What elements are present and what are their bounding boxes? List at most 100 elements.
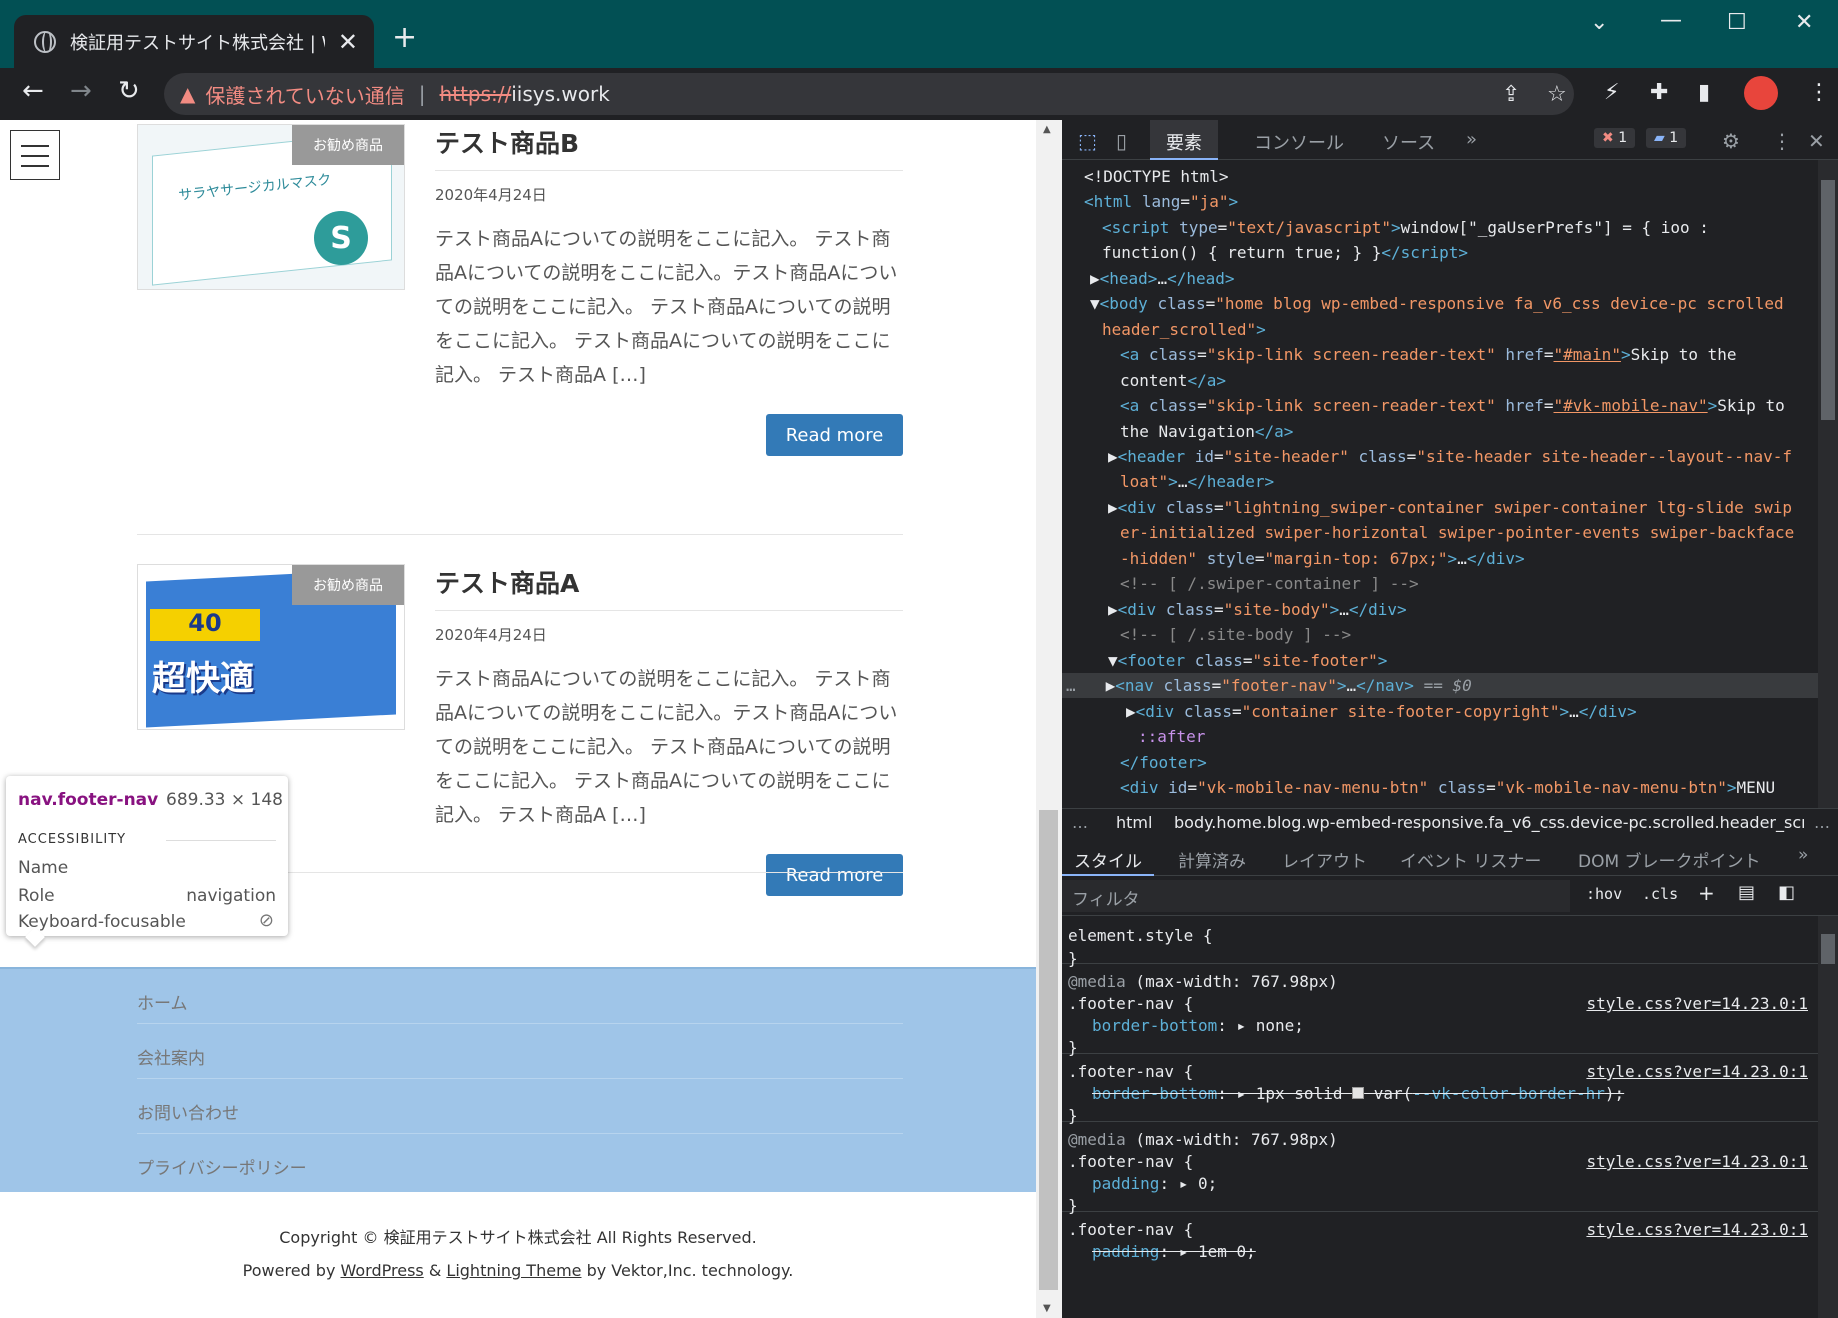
error-badge[interactable]: ✖ 1: [1594, 128, 1636, 148]
rule-footer-nav[interactable]: .footer-nav { style.css?ver=14.23.0:1 bo…: [1062, 1054, 1818, 1125]
tab-event-listeners[interactable]: イベント リスナー: [1400, 847, 1541, 872]
stylesheet-link[interactable]: style.css?ver=14.23.0:1: [1586, 992, 1808, 1016]
rule-footer-nav-padding[interactable]: .footer-nav { style.css?ver=14.23.0:1 pa…: [1062, 1212, 1818, 1272]
footer-nav-item[interactable]: ホーム: [137, 969, 903, 1024]
dom-line[interactable]: -hidden" style="margin-top: 67px;">…</di…: [1120, 546, 1525, 571]
sidebar-toggle-icon[interactable]: ◧: [1778, 882, 1795, 903]
rule-media-footer-nav[interactable]: @media (max-width: 767.98px) .footer-nav…: [1062, 964, 1818, 1057]
dom-line[interactable]: ▶<div class="container site-footer-copyr…: [1126, 699, 1637, 724]
scroll-down-icon[interactable]: ▼: [1043, 1303, 1051, 1314]
dom-line[interactable]: loat">…</header>: [1120, 469, 1274, 494]
post-title[interactable]: テスト商品A: [435, 564, 579, 600]
security-label[interactable]: 保護されていない通信: [205, 80, 404, 109]
dom-line[interactable]: <div id="vk-mobile-nav-menu-btn" class="…: [1120, 775, 1775, 800]
tab-styles[interactable]: スタイル: [1062, 840, 1154, 876]
dom-line[interactable]: ▶<head>…</head>: [1090, 266, 1235, 291]
breadcrumb-overflow-icon[interactable]: …: [1814, 813, 1830, 832]
footer-nav-item[interactable]: 会社案内: [137, 1024, 903, 1079]
tab-computed[interactable]: 計算済み: [1178, 847, 1246, 872]
share-icon[interactable]: ⇪: [1502, 82, 1520, 107]
side-panel-icon[interactable]: ▮: [1698, 80, 1710, 105]
devtools-menu-icon[interactable]: ⋮: [1772, 129, 1792, 153]
dom-line[interactable]: <a class="skip-link screen-reader-text" …: [1120, 342, 1737, 367]
browser-tab[interactable]: 検証用テストサイト株式会社 | WordPress ✕: [14, 15, 374, 68]
forward-icon[interactable]: →: [70, 76, 92, 106]
extension-icon[interactable]: ⚡: [1604, 80, 1619, 105]
stylesheet-link[interactable]: style.css?ver=14.23.0:1: [1586, 1218, 1808, 1242]
tab-layout[interactable]: レイアウト: [1282, 847, 1367, 872]
browser-menu-icon[interactable]: ⋮: [1808, 80, 1830, 105]
dom-line[interactable]: ▶<div class="lightning_swiper-container …: [1108, 495, 1792, 520]
tab-console[interactable]: コンソール: [1254, 129, 1344, 155]
styles-scrollbar[interactable]: [1818, 916, 1838, 1318]
stylesheet-link[interactable]: style.css?ver=14.23.0:1: [1586, 1150, 1808, 1174]
back-icon[interactable]: ←: [22, 76, 44, 106]
tab-dom-breakpoints[interactable]: DOM ブレークポイント: [1578, 847, 1761, 872]
new-rule-icon[interactable]: +: [1698, 881, 1715, 905]
hov-toggle[interactable]: :hov: [1586, 885, 1622, 903]
stylesheet-link[interactable]: style.css?ver=14.23.0:1: [1586, 1060, 1808, 1084]
dom-line[interactable]: ▼<footer class="site-footer">: [1108, 648, 1387, 673]
breadcrumb-html[interactable]: html: [1116, 813, 1152, 832]
dom-line[interactable]: <!-- [ /.site-body ] -->: [1120, 622, 1351, 647]
lightning-theme-link[interactable]: Lightning Theme: [446, 1261, 581, 1280]
message-badge[interactable]: ▰ 1: [1646, 128, 1687, 148]
dom-line[interactable]: <!DOCTYPE html>: [1084, 164, 1229, 189]
page-scrollbar[interactable]: ▲ ▼: [1036, 120, 1062, 1318]
tab-search-icon[interactable]: ⌄: [1590, 10, 1608, 35]
styles-filter-input[interactable]: フィルタ: [1062, 880, 1570, 912]
dom-line[interactable]: <a class="skip-link screen-reader-text" …: [1120, 393, 1785, 418]
paint-icon[interactable]: ▤: [1738, 882, 1755, 903]
dom-line[interactable]: header_scrolled">: [1102, 317, 1266, 342]
dom-scrollbar[interactable]: [1818, 160, 1838, 808]
inspect-element-icon[interactable]: ⬚: [1078, 129, 1097, 153]
dom-line[interactable]: er-initialized swiper-horizontal swiper-…: [1120, 520, 1794, 545]
footer-nav-item[interactable]: お問い合わせ: [137, 1079, 903, 1134]
rule-media-footer-nav-padding[interactable]: @media (max-width: 767.98px) .footer-nav…: [1062, 1122, 1818, 1215]
device-toggle-icon[interactable]: ▯: [1116, 129, 1127, 153]
dom-line[interactable]: </footer>: [1120, 750, 1207, 775]
dom-scrollbar-thumb[interactable]: [1821, 180, 1835, 420]
dom-line[interactable]: <html lang="ja">: [1084, 189, 1238, 214]
breadcrumb-more-icon[interactable]: …: [1072, 813, 1088, 832]
dom-line[interactable]: function() { return true; } }</script>: [1102, 240, 1468, 265]
dom-line[interactable]: the Navigation</a>: [1120, 419, 1293, 444]
read-more-button[interactable]: Read more: [766, 414, 903, 456]
more-tabs-icon[interactable]: »: [1466, 129, 1477, 150]
rule-element-style[interactable]: element.style { }: [1062, 916, 1818, 968]
extensions-puzzle-icon[interactable]: ✚: [1650, 80, 1668, 105]
scroll-up-icon[interactable]: ▲: [1043, 124, 1051, 135]
settings-gear-icon[interactable]: ⚙: [1722, 129, 1740, 153]
window-close-icon[interactable]: ✕: [1795, 10, 1813, 35]
dom-line-selected[interactable]: … ▶<nav class="footer-nav">…</nav> == $0: [1062, 673, 1818, 699]
read-more-button[interactable]: Read more: [766, 854, 903, 896]
dom-line[interactable]: <script type="text/javascript">window["_…: [1102, 215, 1709, 240]
styles-scrollbar-thumb[interactable]: [1821, 934, 1835, 964]
maximize-icon[interactable]: ☐: [1727, 10, 1747, 35]
dom-line[interactable]: ▶<header id="site-header" class="site-he…: [1108, 444, 1792, 469]
profile-avatar[interactable]: [1744, 76, 1778, 110]
dom-line[interactable]: ::after: [1138, 724, 1205, 749]
dom-line[interactable]: ▶<div class="site-body">…</div>: [1108, 597, 1407, 622]
footer-nav-item[interactable]: プライバシーポリシー: [137, 1134, 903, 1189]
more-style-tabs-icon[interactable]: »: [1798, 845, 1808, 865]
tab-sources[interactable]: ソース: [1382, 129, 1435, 155]
scrollbar-thumb[interactable]: [1039, 810, 1058, 1290]
devtools-close-icon[interactable]: ✕: [1808, 129, 1825, 153]
address-bar[interactable]: ▲ 保護されていない通信 | https:// iisys.work ⇪ ☆: [164, 73, 1574, 115]
tab-close-icon[interactable]: ✕: [338, 28, 358, 56]
new-tab-button[interactable]: +: [392, 20, 417, 55]
dom-line[interactable]: ▼<body class="home blog wp-embed-respons…: [1090, 291, 1784, 316]
wordpress-link[interactable]: WordPress: [341, 1261, 424, 1280]
reload-icon[interactable]: ↻: [118, 76, 140, 106]
bookmark-star-icon[interactable]: ☆: [1547, 82, 1567, 107]
product-thumbnail[interactable]: 40 超快適 お勧め商品: [137, 564, 405, 730]
minimize-icon[interactable]: —: [1660, 8, 1682, 33]
dom-line[interactable]: <!-- [ /.swiper-container ] -->: [1120, 571, 1419, 596]
post-title[interactable]: テスト商品B: [435, 124, 579, 160]
dom-line[interactable]: content</a>: [1120, 368, 1226, 393]
product-thumbnail[interactable]: サラヤサージカルマスク S お勧め商品: [137, 124, 405, 290]
cls-toggle[interactable]: .cls: [1642, 885, 1678, 903]
breadcrumb-body[interactable]: body.home.blog.wp-embed-responsive.fa_v6…: [1174, 813, 1804, 832]
tab-elements[interactable]: 要素: [1150, 120, 1218, 160]
